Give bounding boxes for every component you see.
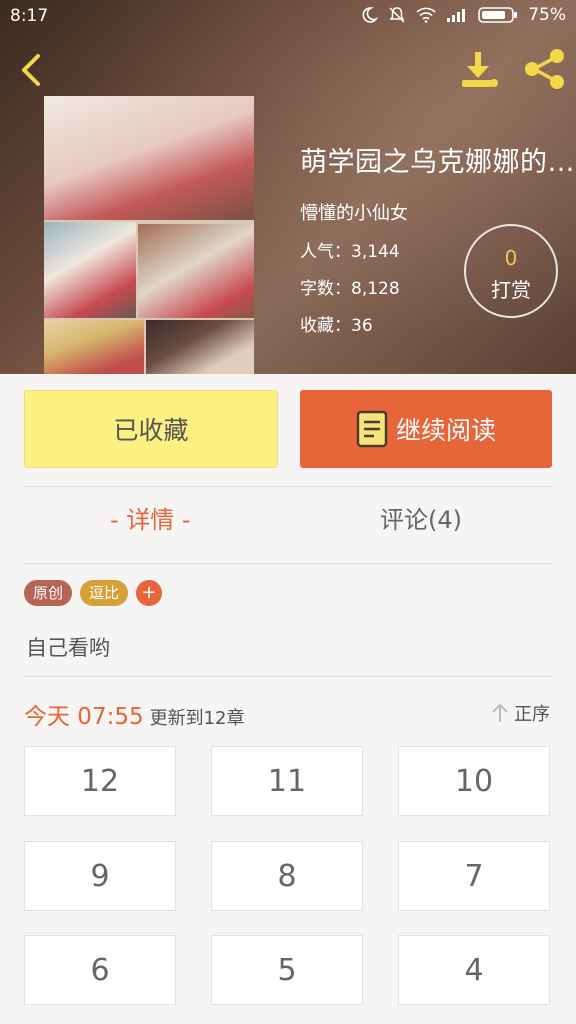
- update-info: 今天 07:55 更新到12章: [24, 697, 245, 731]
- tip-label: 打赏: [491, 278, 531, 302]
- book-cover-image: [44, 96, 254, 374]
- top-bar: [0, 40, 576, 100]
- book-author[interactable]: 懵懂的小仙女: [300, 199, 576, 225]
- download-icon: [462, 52, 498, 87]
- bell-off-icon: [389, 7, 405, 23]
- update-text: 更新到12章: [149, 708, 245, 729]
- divider: [24, 563, 552, 564]
- book-description: 自己看哟: [26, 636, 110, 660]
- chapter-button[interactable]: 11: [211, 746, 363, 816]
- sort-order-button[interactable]: 正序: [490, 700, 550, 726]
- tip-button[interactable]: 0 打赏: [464, 224, 558, 318]
- tab-detail[interactable]: - 详情 -: [110, 500, 191, 535]
- chapter-button[interactable]: 8: [211, 841, 363, 911]
- chapter-button[interactable]: 4: [398, 935, 550, 1005]
- chapter-button[interactable]: 6: [24, 935, 176, 1005]
- tip-count: 0: [504, 246, 518, 270]
- continue-reading-button[interactable]: 继续阅读: [300, 390, 552, 468]
- add-tag-button[interactable]: +: [136, 580, 163, 606]
- wifi-icon: [416, 7, 436, 23]
- signal-icon: [447, 9, 466, 22]
- status-bar: 8:17 75%: [0, 0, 576, 32]
- chapter-button[interactable]: 10: [398, 746, 550, 816]
- status-time: 8:17: [10, 6, 49, 26]
- tag-funny[interactable]: 逗比: [80, 580, 129, 606]
- chevron-left-icon: [22, 54, 40, 86]
- tag-list: 原创 逗比 +: [24, 580, 163, 606]
- chapter-button[interactable]: 7: [398, 841, 550, 911]
- moon-icon: [362, 7, 379, 23]
- battery-percent: 75%: [528, 5, 566, 25]
- update-time: 今天 07:55: [24, 704, 144, 730]
- tag-original[interactable]: 原创: [24, 580, 73, 606]
- download-button[interactable]: [456, 46, 502, 92]
- arrow-up-icon: [492, 703, 508, 722]
- share-button[interactable]: [520, 46, 568, 92]
- chapter-button[interactable]: 9: [24, 841, 176, 911]
- divider: [24, 676, 552, 677]
- chapter-button[interactable]: 5: [211, 935, 363, 1005]
- book-icon: [356, 410, 388, 448]
- book-favorites: 收藏：36: [300, 316, 373, 336]
- chapter-button[interactable]: 12: [24, 746, 176, 816]
- divider: [24, 486, 552, 487]
- favorited-button[interactable]: 已收藏: [24, 390, 278, 468]
- back-button[interactable]: [12, 48, 52, 92]
- battery-icon: [478, 7, 518, 23]
- share-icon: [525, 49, 564, 89]
- book-title: 萌学园之乌克娜娜的…: [300, 147, 575, 178]
- continue-reading-label: 继续阅读: [395, 416, 496, 445]
- tab-comments[interactable]: 评论(4): [380, 500, 462, 535]
- sort-order-label: 正序: [514, 704, 550, 725]
